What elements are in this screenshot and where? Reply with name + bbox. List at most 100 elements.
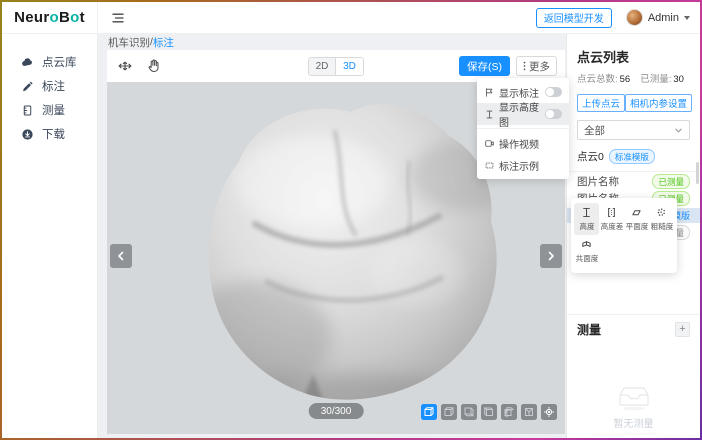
tool-height[interactable]: 高度 bbox=[574, 203, 599, 235]
measure-section-header: 测量 + bbox=[567, 314, 700, 338]
camera-params-button[interactable]: 相机内参设置 bbox=[625, 94, 692, 112]
upload-pointcloud-button[interactable]: 上传点云 bbox=[577, 94, 625, 112]
menu-item-label: 显示标注 bbox=[499, 85, 539, 100]
user-menu[interactable]: Admin bbox=[626, 9, 690, 26]
pointcloud-name: 点云0 bbox=[577, 149, 604, 164]
header-right: 返回模型开发 Admin bbox=[536, 8, 690, 28]
sidebar-item-download[interactable]: 下载 bbox=[2, 122, 97, 146]
flatness-icon bbox=[630, 206, 643, 219]
sidebar-item-label: 下载 bbox=[42, 126, 65, 142]
breadcrumb: 机车识别 / 标注 bbox=[98, 34, 566, 50]
page-indicator: 30/300 bbox=[309, 403, 364, 419]
prev-image-button[interactable] bbox=[110, 244, 132, 268]
more-button[interactable]: 更多 bbox=[516, 56, 557, 76]
panel-buttons: 上传点云 相机内参设置 bbox=[567, 94, 700, 112]
tool-height-diff[interactable]: 高度差 bbox=[599, 203, 624, 235]
image-name: 图片名称 bbox=[577, 174, 619, 189]
filter-wrap: 全部 bbox=[567, 112, 700, 140]
menu-item-show-heightmap[interactable]: 显示高度图 bbox=[477, 103, 569, 125]
view-cube-button-active[interactable] bbox=[421, 404, 437, 420]
view-cube-button-3[interactable] bbox=[461, 404, 477, 420]
sidebar-item-measure[interactable]: 测量 bbox=[2, 98, 97, 122]
save-button[interactable]: 保存(S) bbox=[459, 56, 510, 76]
view-cube-button-6[interactable] bbox=[521, 404, 537, 420]
more-dropdown-menu: 显示标注 显示高度图 操作视频 标注示例 bbox=[477, 78, 569, 179]
empty-text: 暂无测量 bbox=[614, 415, 654, 430]
menu-item-label: 标注示例 bbox=[499, 158, 539, 173]
sidebar-item-pointcloud-library[interactable]: 点云库 bbox=[2, 50, 97, 74]
panel-stats: 点云总数:56 已测量:30 bbox=[567, 71, 700, 85]
cube-icon bbox=[523, 406, 535, 418]
canvas-tools bbox=[117, 58, 162, 74]
chevron-left-icon bbox=[116, 251, 126, 261]
chevron-right-icon bbox=[546, 251, 556, 261]
cube-icon bbox=[483, 406, 495, 418]
filter-select[interactable]: 全部 bbox=[577, 120, 690, 140]
target-icon bbox=[543, 406, 555, 418]
menu-item-label: 操作视频 bbox=[499, 136, 539, 151]
empty-box-icon bbox=[614, 382, 654, 412]
vertical-ellipsis-icon bbox=[523, 61, 526, 71]
tool-roughness[interactable]: 粗糙度 bbox=[649, 203, 674, 235]
coplanarity-icon bbox=[580, 238, 593, 251]
back-to-model-dev-button[interactable]: 返回模型开发 bbox=[536, 8, 612, 28]
view-3d-button[interactable]: 3D bbox=[336, 58, 363, 75]
dashed-rect-icon bbox=[484, 160, 495, 171]
view-2d-button[interactable]: 2D bbox=[309, 58, 336, 75]
tool-coplanarity[interactable]: 共面度 bbox=[574, 235, 599, 267]
menu-item-operation-video[interactable]: 操作视频 bbox=[477, 132, 569, 154]
user-name: Admin bbox=[648, 12, 679, 24]
sidebar-item-label: 测量 bbox=[42, 102, 65, 118]
show-heightmap-toggle-off[interactable] bbox=[545, 109, 562, 119]
filter-selected-value: 全部 bbox=[584, 123, 605, 138]
view-cube-button-2[interactable] bbox=[441, 404, 457, 420]
reset-view-button[interactable] bbox=[541, 404, 557, 420]
chevron-down-icon bbox=[674, 126, 683, 135]
menu-item-annotation-example[interactable]: 标注示例 bbox=[477, 154, 569, 176]
height-ibeam-icon bbox=[484, 109, 495, 120]
measure-title: 测量 bbox=[577, 321, 601, 338]
measure-tools-popup: 高度 高度差 平面度 粗糙度 共面度 bbox=[571, 198, 677, 273]
toolbar-right: 保存(S) 更多 bbox=[459, 56, 557, 76]
add-measurement-button[interactable]: + bbox=[675, 322, 690, 337]
move-tool-icon[interactable] bbox=[117, 58, 133, 74]
pan-hand-tool-icon[interactable] bbox=[146, 58, 162, 74]
video-icon bbox=[484, 138, 495, 149]
measured-badge: 已测量 bbox=[652, 174, 690, 189]
collapse-menu-icon[interactable] bbox=[110, 10, 126, 26]
show-annotation-toggle-off[interactable] bbox=[545, 87, 562, 97]
view-mode-toggle: 2D 3D bbox=[308, 57, 364, 76]
sidebar: 点云库 标注 测量 下载 bbox=[2, 34, 98, 438]
app-window: NeuroBot 返回模型开发 Admin 点云库 标注 bbox=[2, 2, 700, 438]
cube-icon bbox=[423, 406, 435, 418]
cloud-icon bbox=[21, 56, 34, 69]
user-avatar bbox=[626, 9, 643, 26]
view-cube-button-5[interactable] bbox=[501, 404, 517, 420]
sidebar-item-annotate[interactable]: 标注 bbox=[2, 74, 97, 98]
next-image-button[interactable] bbox=[540, 244, 562, 268]
template-badge: 标准模版 bbox=[609, 149, 655, 164]
pointcloud-item[interactable]: 点云0 标准模版 bbox=[567, 149, 700, 172]
roughness-icon bbox=[655, 206, 668, 219]
list-scrollbar[interactable] bbox=[696, 162, 699, 184]
logo: NeuroBot bbox=[2, 2, 98, 33]
view-orientation-bar bbox=[421, 404, 557, 420]
sidebar-item-label: 标注 bbox=[42, 78, 65, 94]
tool-flatness[interactable]: 平面度 bbox=[624, 203, 649, 235]
top-header: NeuroBot 返回模型开发 Admin bbox=[2, 2, 700, 34]
cube-icon bbox=[463, 406, 475, 418]
app-frame: NeuroBot 返回模型开发 Admin 点云库 标注 bbox=[0, 0, 702, 440]
chevron-down-icon bbox=[684, 16, 690, 20]
cube-icon bbox=[503, 406, 515, 418]
sidebar-item-label: 点云库 bbox=[42, 54, 77, 70]
empty-state: 暂无测量 bbox=[567, 382, 700, 438]
logo-text: NeuroBot bbox=[14, 9, 85, 26]
breadcrumb-current: 标注 bbox=[153, 35, 174, 50]
breadcrumb-parent[interactable]: 机车识别 bbox=[108, 35, 150, 50]
view-cube-button-4[interactable] bbox=[481, 404, 497, 420]
image-list-item[interactable]: 图片名称 已测量 bbox=[567, 174, 700, 189]
panel-title: 点云列表 bbox=[567, 47, 700, 66]
pen-icon bbox=[21, 80, 34, 93]
height-diff-icon bbox=[605, 206, 618, 219]
menu-item-label: 显示高度图 bbox=[499, 99, 541, 129]
